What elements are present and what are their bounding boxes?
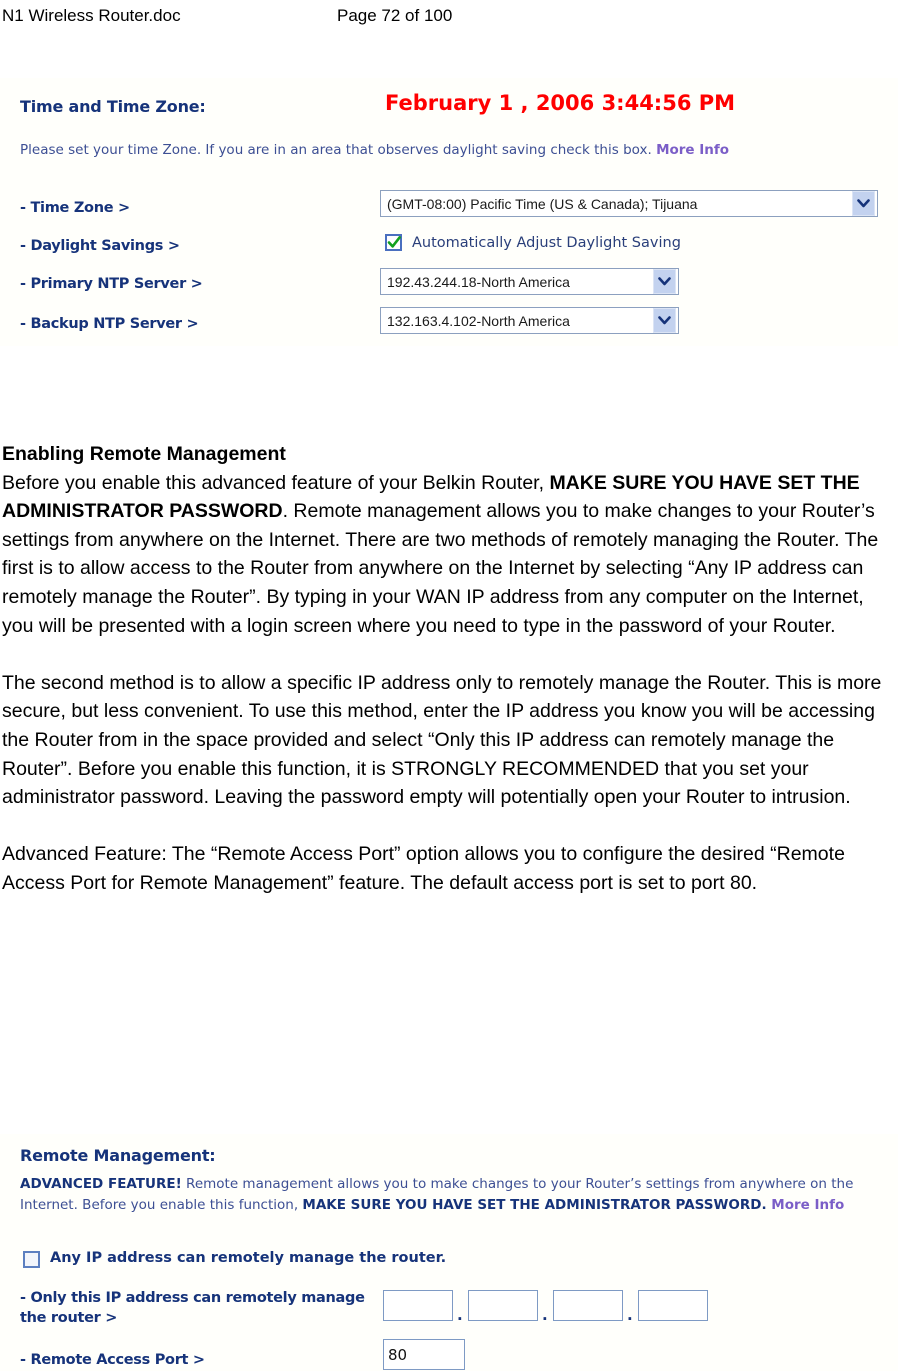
document-header: N1 Wireless Router.doc Page 72 of 100	[0, 6, 898, 32]
ip-octet-3-input[interactable]	[553, 1290, 623, 1321]
paragraph-1-lead: Before you enable this advanced feature …	[2, 471, 550, 494]
remote-management-title: Remote Management:	[20, 1146, 216, 1165]
daylight-savings-checkbox-label: Automatically Adjust Daylight Saving	[412, 235, 681, 251]
remote-access-port-input[interactable]	[383, 1339, 465, 1370]
remote-access-port-label: - Remote Access Port >	[20, 1352, 205, 1368]
backup-ntp-server-label: - Backup NTP Server >	[20, 316, 199, 332]
remote-management-description: ADVANCED FEATURE! Remote management allo…	[20, 1174, 886, 1216]
primary-ntp-server-select[interactable]: 192.43.244.18-North America	[380, 268, 679, 295]
time-and-time-zone-panel: Time and Time Zone: February 1 , 2006 3:…	[0, 78, 898, 346]
time-panel-description-text: Please set your time Zone. If you are in…	[20, 142, 657, 158]
daylight-savings-checkbox[interactable]	[385, 234, 402, 251]
primary-ntp-server-value: 192.43.244.18-North America	[387, 273, 570, 290]
octet-separator-3: .	[627, 1306, 633, 1324]
ip-address-octet-group: . . .	[383, 1290, 743, 1324]
only-this-ip-label: - Only this IP address can remotely mana…	[20, 1290, 365, 1326]
time-zone-select-value: (GMT-08:00) Pacific Time (US & Canada); …	[387, 195, 698, 212]
article-body: Enabling Remote Management Before you en…	[2, 440, 896, 898]
password-warning-emphasis: MAKE SURE YOU HAVE SET THE ADMINISTRATOR…	[302, 1197, 767, 1213]
chevron-down-icon	[852, 191, 875, 216]
article-paragraph-3: Advanced Feature: The “Remote Access Por…	[2, 843, 845, 894]
primary-ntp-server-label: - Primary NTP Server >	[20, 276, 203, 292]
more-info-link[interactable]: More Info	[767, 1197, 844, 1213]
time-panel-title: Time and Time Zone:	[20, 97, 206, 116]
article-paragraph-1: Before you enable this advanced feature …	[2, 469, 896, 641]
chevron-down-icon	[653, 269, 676, 294]
ip-octet-1-input[interactable]	[383, 1290, 453, 1321]
article-heading: Enabling Remote Management	[2, 443, 286, 465]
any-ip-checkbox-label: Any IP address can remotely manage the r…	[50, 1250, 447, 1266]
more-info-link[interactable]: More Info	[656, 142, 729, 158]
time-zone-label: - Time Zone >	[20, 200, 130, 216]
current-date-time-value: February 1 , 2006 3:44:56 PM	[385, 91, 736, 115]
daylight-savings-label: - Daylight Savings >	[20, 238, 180, 254]
backup-ntp-server-select[interactable]: 132.163.4.102-North America	[380, 307, 679, 334]
advanced-feature-emphasis: ADVANCED FEATURE!	[20, 1176, 182, 1192]
header-file-name: N1 Wireless Router.doc	[2, 6, 181, 25]
article-paragraph-2: The second method is to allow a specific…	[2, 671, 882, 809]
backup-ntp-server-value: 132.163.4.102-North America	[387, 312, 570, 329]
octet-separator-1: .	[457, 1306, 463, 1324]
header-page-number: Page 72 of 100	[337, 6, 453, 25]
chevron-down-icon	[653, 308, 676, 333]
any-ip-checkbox[interactable]	[23, 1251, 40, 1268]
ip-octet-2-input[interactable]	[468, 1290, 538, 1321]
octet-separator-2: .	[542, 1306, 548, 1324]
ip-octet-4-input[interactable]	[638, 1290, 708, 1321]
time-zone-select[interactable]: (GMT-08:00) Pacific Time (US & Canada); …	[380, 190, 878, 217]
time-panel-description: Please set your time Zone. If you are in…	[20, 140, 878, 161]
remote-management-panel: Remote Management: ADVANCED FEATURE! Rem…	[0, 1134, 898, 1371]
